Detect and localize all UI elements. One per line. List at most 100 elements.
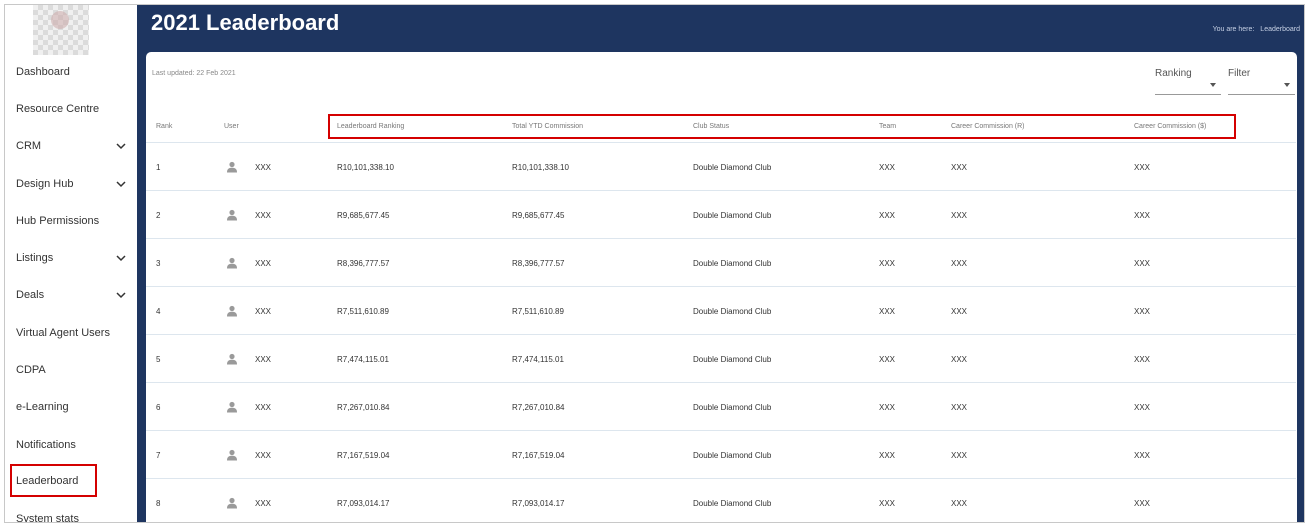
- table-row[interactable]: 4 XXX R7,511,610.89 R7,511,610.89 Double Dia…: [146, 287, 1296, 335]
- team-cell: XXX: [879, 499, 896, 508]
- ranking-select-label: Ranking: [1155, 68, 1192, 79]
- career-commission-r-cell: XXX: [951, 163, 968, 172]
- chevron-down-icon[interactable]: [114, 251, 128, 265]
- career-commission-usd-cell: XXX: [1134, 403, 1151, 412]
- sidebar-item-leaderboard[interactable]: Leaderboard: [10, 464, 97, 497]
- user-name-cell: XXX: [255, 451, 272, 460]
- table-row[interactable]: 2 XXX R9,685,677.45 R9,685,677.45 Double Dia…: [146, 191, 1296, 239]
- career-commission-r-cell: XXX: [951, 355, 968, 364]
- caret-down-icon: [1210, 83, 1216, 87]
- rank-cell: 1: [156, 163, 161, 172]
- sidebar-item-notifications[interactable]: Notifications: [16, 433, 128, 457]
- caret-down-icon: [1284, 83, 1290, 87]
- main-area: 2021 Leaderboard You are here: Leaderboa…: [137, 5, 1304, 522]
- user-name-cell: XXX: [255, 163, 272, 172]
- club-status-cell: Double Diamond Club: [693, 307, 772, 316]
- career-commission-r-cell: XXX: [951, 499, 968, 508]
- person-icon: [226, 304, 238, 317]
- rank-cell: 7: [156, 451, 161, 460]
- team-cell: XXX: [879, 403, 896, 412]
- career-commission-r-cell: XXX: [951, 403, 968, 412]
- table-row[interactable]: 5 XXX R7,474,115.01 R7,474,115.01 Double Dia…: [146, 335, 1296, 383]
- user-name-cell: XXX: [255, 499, 272, 508]
- rank-cell: 3: [156, 259, 161, 268]
- sidebar-item-system-stats[interactable]: System stats: [16, 507, 128, 522]
- leaderboard-ranking-cell: R7,093,014.17: [337, 499, 390, 508]
- table-body: 1 XXX R10,101,338.10 R10,101,338.10 Double D…: [146, 143, 1296, 522]
- sidebar-item-dashboard[interactable]: Dashboard: [16, 60, 128, 84]
- table-row[interactable]: 7 XXX R7,167,519.04 R7,167,519.04 Double Dia…: [146, 431, 1296, 479]
- col-header-user[interactable]: User: [224, 123, 239, 130]
- sidebar-item-label: CRM: [16, 140, 42, 152]
- leaderboard-ranking-cell: R10,101,338.10: [337, 163, 394, 172]
- sidebar-item-listings[interactable]: Listings: [16, 246, 128, 270]
- sidebar-item-resource-centre[interactable]: Resource Centre: [16, 97, 128, 121]
- breadcrumb: You are here: Leaderboard: [1209, 26, 1300, 33]
- chevron-down-icon[interactable]: [114, 288, 128, 302]
- leaderboard-table: Rank User Leaderboard Ranking Total YTD …: [146, 114, 1296, 522]
- app-window: Dashboard Resource Centre CRM Design Hub Hub…: [4, 4, 1305, 523]
- breadcrumb-prefix: You are here:: [1212, 26, 1255, 33]
- sidebar-item-hub-permissions[interactable]: Hub Permissions: [16, 209, 128, 233]
- sidebar-item-e-learning[interactable]: e-Learning: [16, 395, 128, 419]
- highlight-box: [328, 114, 1236, 139]
- club-status-cell: Double Diamond Club: [693, 499, 772, 508]
- total-ytd-commission-cell: R9,685,677.45: [512, 211, 565, 220]
- team-cell: XXX: [879, 355, 896, 364]
- rank-cell: 8: [156, 499, 161, 508]
- club-status-cell: Double Diamond Club: [693, 259, 772, 268]
- leaderboard-card: Last updated: 22 Feb 2021 Ranking Filter…: [146, 52, 1297, 522]
- table-row[interactable]: 1 XXX R10,101,338.10 R10,101,338.10 Double D…: [146, 143, 1296, 191]
- total-ytd-commission-cell: R7,511,610.89: [512, 307, 564, 316]
- ranking-select[interactable]: Ranking: [1155, 63, 1221, 95]
- col-header-rank[interactable]: Rank: [156, 123, 172, 130]
- table-row[interactable]: 3 XXX R8,396,777.57 R8,396,777.57 Double Dia…: [146, 239, 1296, 287]
- leaderboard-ranking-cell: R9,685,677.45: [337, 211, 390, 220]
- user-name-cell: XXX: [255, 355, 272, 364]
- team-cell: XXX: [879, 307, 896, 316]
- sidebar-item-label: Resource Centre: [16, 103, 100, 115]
- career-commission-r-cell: XXX: [951, 259, 968, 268]
- sidebar-item-cdpa[interactable]: CDPA: [16, 358, 128, 382]
- avatar[interactable]: [33, 5, 89, 55]
- sidebar-item-crm[interactable]: CRM: [16, 134, 128, 158]
- career-commission-r-cell: XXX: [951, 307, 968, 316]
- career-commission-usd-cell: XXX: [1134, 307, 1151, 316]
- sidebar-item-design-hub[interactable]: Design Hub: [16, 172, 128, 196]
- club-status-cell: Double Diamond Club: [693, 355, 772, 364]
- person-icon: [226, 400, 238, 413]
- filter-select[interactable]: Filter: [1228, 63, 1295, 95]
- filter-select-label: Filter: [1228, 68, 1251, 79]
- club-status-cell: Double Diamond Club: [693, 163, 772, 172]
- total-ytd-commission-cell: R7,167,519.04: [512, 451, 565, 460]
- sidebar-item-label: e-Learning: [16, 401, 69, 413]
- table-row[interactable]: 8 XXX R7,093,014.17 R7,093,014.17 Double Dia…: [146, 479, 1296, 522]
- leaderboard-ranking-cell: R7,511,610.89: [337, 307, 389, 316]
- chevron-down-icon[interactable]: [114, 177, 128, 191]
- sidebar-item-label: Hub Permissions: [16, 215, 100, 227]
- table-row[interactable]: 6 XXX R7,267,010.84 R7,267,010.84 Double Dia…: [146, 383, 1296, 431]
- last-updated-text: Last updated: 22 Feb 2021: [152, 70, 236, 77]
- total-ytd-commission-cell: R7,474,115.01: [512, 355, 564, 364]
- sidebar-item-label: Listings: [16, 252, 54, 264]
- sidebar-item-deals[interactable]: Deals: [16, 283, 128, 307]
- leaderboard-ranking-cell: R7,267,010.84: [337, 403, 390, 412]
- career-commission-usd-cell: XXX: [1134, 499, 1151, 508]
- rank-cell: 6: [156, 403, 161, 412]
- rank-cell: 5: [156, 355, 161, 364]
- team-cell: XXX: [879, 163, 896, 172]
- sidebar-item-label: Notifications: [16, 439, 76, 451]
- sidebar-item-virtual-agent-users[interactable]: Virtual Agent Users: [16, 321, 128, 345]
- sidebar-item-label: Virtual Agent Users: [16, 327, 110, 339]
- club-status-cell: Double Diamond Club: [693, 451, 772, 460]
- chevron-down-icon[interactable]: [114, 139, 128, 153]
- career-commission-r-cell: XXX: [951, 451, 968, 460]
- career-commission-usd-cell: XXX: [1134, 451, 1151, 460]
- breadcrumb-current[interactable]: Leaderboard: [1260, 26, 1300, 33]
- career-commission-usd-cell: XXX: [1134, 163, 1151, 172]
- team-cell: XXX: [879, 211, 896, 220]
- team-cell: XXX: [879, 259, 896, 268]
- total-ytd-commission-cell: R10,101,338.10: [512, 163, 569, 172]
- person-icon: [226, 208, 238, 221]
- sidebar-item-label: Leaderboard: [16, 474, 79, 487]
